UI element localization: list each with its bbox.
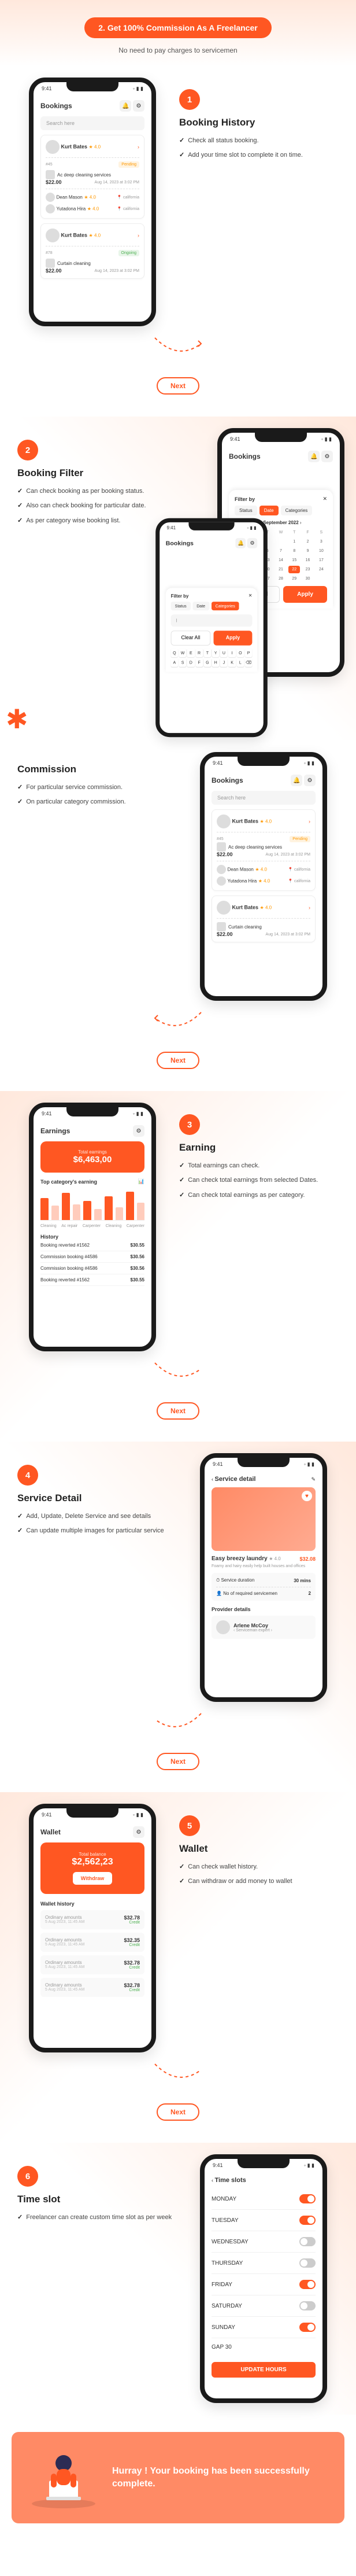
feature-bullet: Add, Update, Delete Service and see deta… [17, 1512, 177, 1521]
feature-title: Booking Filter [17, 467, 177, 479]
step-number: 4 [17, 1465, 38, 1486]
heart-icon[interactable]: ♥ [302, 1491, 312, 1501]
phone-mockup-filter-category: 9:41◦ ▮ ▮ Bookings🔔 ⚙ Filter by✕ StatusD… [155, 518, 268, 737]
update-hours-button[interactable]: UPDATE HOURS [212, 2362, 316, 2378]
header-subtitle: No need to pay charges to servicemen [0, 46, 356, 54]
phone-mockup-bookings: 9:41◦ ▮ ▮ Bookings 🔔 ⚙ Search here Kurt … [29, 78, 156, 326]
filter-icon[interactable]: ⚙ [133, 100, 144, 112]
step-number: 1 [179, 89, 200, 110]
feature-bullet: Add your time slot to complete it on tim… [179, 151, 339, 160]
feature-bullet: Can check wallet history. [179, 1863, 339, 1871]
feature-bullet: On particular category commission. [17, 798, 177, 806]
feature-title: Wallet [179, 1843, 339, 1855]
notification-icon[interactable]: 🔔 [120, 100, 131, 112]
decorative-asterisk: ✱ [6, 703, 28, 735]
feature-title: Booking History [179, 117, 339, 128]
day-toggle[interactable] [299, 2280, 316, 2289]
feature-bullet: Can check total earnings from selected D… [179, 1176, 339, 1185]
header-pill: 2. Get 100% Commission As A Freelancer [84, 17, 271, 38]
next-button[interactable]: Next [157, 1052, 199, 1069]
feature-bullet: Also can check booking for particular da… [17, 502, 177, 510]
feature-bullet: Can withdraw or add money to wallet [179, 1877, 339, 1886]
feature-title: Time slot [17, 2194, 177, 2205]
day-toggle[interactable] [299, 2323, 316, 2332]
step-number: 5 [179, 1815, 200, 1836]
day-toggle[interactable] [299, 2216, 316, 2225]
feature-bullet: Can check total earnings as per category… [179, 1191, 339, 1200]
back-icon[interactable]: ‹ [212, 1476, 213, 1482]
search-input[interactable]: Search here [40, 116, 144, 130]
next-button[interactable]: Next [157, 1753, 199, 1770]
close-icon[interactable]: ✕ [322, 496, 327, 502]
phone-mockup-timeslot: 9:41◦ ▮ ▮ ‹ Time slots MONDAY TUESDAY WE… [200, 2154, 327, 2403]
next-button[interactable]: Next [157, 1402, 199, 1420]
next-button[interactable]: Next [157, 377, 199, 395]
next-button[interactable]: Next [157, 2103, 199, 2121]
illustration-person-laptop [23, 2446, 104, 2509]
feature-bullet: Check all status booking. [179, 137, 339, 145]
day-toggle[interactable] [299, 2237, 316, 2246]
booking-card[interactable]: Kurt Bates ★ 4.0› #45Pending Ac deep cle… [40, 135, 144, 219]
feature-title: Earning [179, 1142, 339, 1154]
withdraw-button[interactable]: Withdraw [73, 1872, 112, 1885]
day-toggle[interactable] [299, 2301, 316, 2310]
apply-button[interactable]: Apply [283, 586, 327, 603]
feature-title: Commission [17, 764, 177, 775]
phone-mockup-commission: 9:41◦ ▮ ▮ Bookings🔔 ⚙ Search here Kurt B… [200, 752, 327, 1001]
step-number: 2 [17, 440, 38, 460]
day-toggle[interactable] [299, 2194, 316, 2203]
screen-title: Bookings [40, 102, 72, 110]
feature-bullet: Can check booking as per booking status. [17, 487, 177, 496]
feature-title: Service Detail [17, 1492, 177, 1504]
feature-bullet: Can update multiple images for particula… [17, 1527, 177, 1535]
step-number: 6 [17, 2166, 38, 2187]
feature-bullet: Total earnings can check. [179, 1162, 339, 1170]
day-toggle[interactable] [299, 2258, 316, 2268]
phone-mockup-service-detail: 9:41◦ ▮ ▮ ‹ Service detail✎ ♥ Easy breez… [200, 1453, 327, 1702]
phone-mockup-earnings: 9:41◦ ▮ ▮ Earnings⚙ Total earnings$6,463… [29, 1103, 156, 1351]
step-number: 3 [179, 1114, 200, 1135]
booking-card[interactable]: Kurt Bates ★ 4.0› #78Ongoing Curtain cle… [40, 223, 144, 279]
feature-bullet: Freelancer can create custom time slot a… [17, 2213, 177, 2222]
phone-mockup-wallet: 9:41◦ ▮ ▮ Wallet⚙ Total balance $2,562,2… [29, 1804, 156, 2052]
feature-bullet: For particular service commission. [17, 783, 177, 792]
success-banner: Hurray ! Your booking has been successfu… [12, 2432, 344, 2523]
footer-message: Hurray ! Your booking has been successfu… [112, 2465, 333, 2491]
service-image: ♥ [212, 1487, 316, 1551]
edit-icon[interactable]: ✎ [311, 1476, 316, 1483]
feature-bullet: As per category wise booking list. [17, 517, 177, 525]
